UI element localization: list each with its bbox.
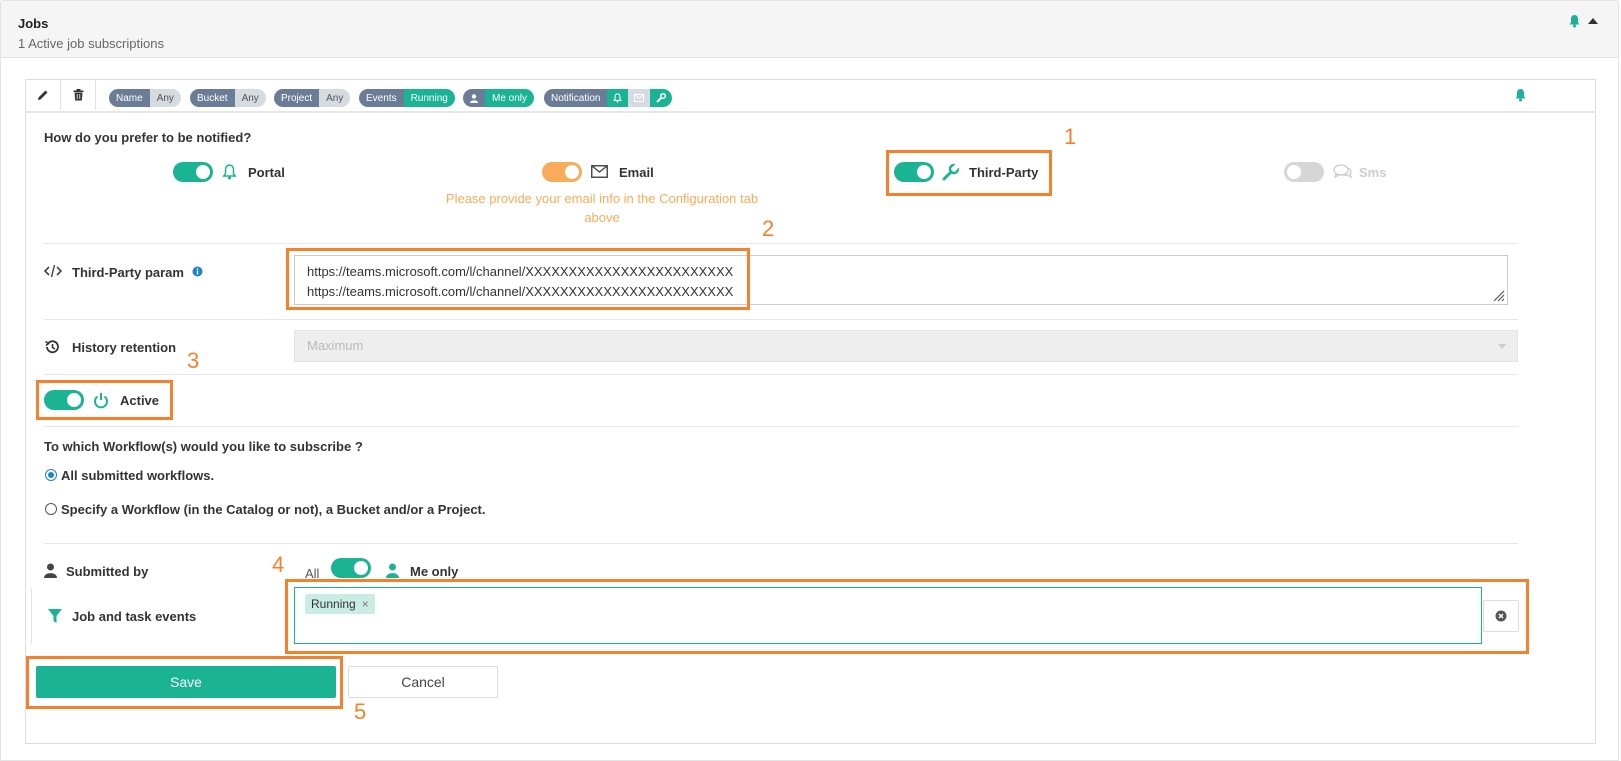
resize-handle-icon[interactable] xyxy=(1492,289,1505,302)
panel-title: Jobs xyxy=(18,16,49,31)
annotation-number-1: 1 xyxy=(1064,124,1077,149)
portal-toggle[interactable] xyxy=(173,162,213,182)
info-icon[interactable] xyxy=(192,266,203,277)
notify-question: How do you prefer to be notified? xyxy=(44,130,252,145)
user-icon xyxy=(386,563,399,578)
annotation-box-1 xyxy=(886,150,1052,196)
history-icon xyxy=(44,339,60,355)
radio-all-workflows-label[interactable]: All submitted workflows. xyxy=(61,468,214,483)
email-toggle[interactable] xyxy=(542,162,582,182)
annotation-number-5: 5 xyxy=(354,699,367,724)
radio-specify-workflow-label[interactable]: Specify a Workflow (in the Catalog or no… xyxy=(61,502,486,517)
divider xyxy=(44,319,1518,320)
cancel-button[interactable]: Cancel xyxy=(348,666,498,698)
workflow-question: To which Workflow(s) would you like to s… xyxy=(44,439,363,454)
tag-notification: Notification xyxy=(544,89,673,107)
divider xyxy=(44,374,1518,375)
tag-events: Events Running xyxy=(359,89,455,107)
envelope-icon xyxy=(591,165,608,178)
submitted-by-toggle[interactable] xyxy=(331,558,371,578)
tag-name: Name Any xyxy=(109,89,181,107)
bell-icon xyxy=(222,164,237,180)
panel-subtitle: 1 Active job subscriptions xyxy=(18,36,164,51)
annotation-box-3 xyxy=(36,380,173,420)
divider xyxy=(31,588,32,644)
edit-button[interactable] xyxy=(26,80,61,110)
sms-toggle[interactable] xyxy=(1284,162,1324,182)
annotation-box-4 xyxy=(285,579,1529,654)
divider xyxy=(44,543,1518,544)
code-icon xyxy=(44,264,62,278)
email-warning: Please provide your email info in the Co… xyxy=(445,191,759,225)
radio-all-workflows[interactable] xyxy=(45,469,57,481)
trash-icon xyxy=(73,89,83,101)
pencil-icon xyxy=(38,90,48,100)
radio-specify-workflow[interactable] xyxy=(45,503,57,515)
annotation-box-5 xyxy=(26,656,343,709)
tag-project: Project Any xyxy=(274,89,351,107)
envelope-icon xyxy=(628,89,651,107)
filter-icon xyxy=(48,609,62,623)
history-retention-select[interactable]: Maximum xyxy=(294,330,1518,362)
tag-submitted-by: Me only xyxy=(463,89,535,107)
portal-label: Portal xyxy=(248,165,285,180)
annotation-number-4: 4 xyxy=(272,552,285,577)
panel-header xyxy=(0,0,1619,58)
chevron-down-icon xyxy=(1498,344,1506,349)
tag-bucket: Bucket Any xyxy=(190,89,266,107)
divider xyxy=(44,243,1518,244)
divider xyxy=(44,426,1518,427)
wrench-icon xyxy=(650,89,673,107)
collapse-caret-icon[interactable] xyxy=(1588,18,1598,24)
comments-icon xyxy=(1333,164,1353,179)
submitted-by-label: Submitted by xyxy=(66,564,149,579)
annotation-number-2: 2 xyxy=(762,216,775,241)
annotation-number-3: 3 xyxy=(187,348,200,373)
me-only-label: Me only xyxy=(410,564,459,579)
bell-icon[interactable] xyxy=(1568,14,1581,28)
job-task-events-label: Job and task events xyxy=(72,609,197,624)
history-retention-label: History retention xyxy=(72,340,177,355)
email-label: Email xyxy=(619,165,654,180)
bell-icon[interactable] xyxy=(1514,88,1527,102)
third-party-param-label: Third-Party param xyxy=(72,265,184,280)
delete-button[interactable] xyxy=(61,80,96,110)
user-icon xyxy=(44,563,57,578)
annotation-box-2 xyxy=(286,248,750,310)
user-icon xyxy=(463,89,485,107)
sms-label: Sms xyxy=(1359,165,1387,180)
bell-icon xyxy=(607,89,629,107)
